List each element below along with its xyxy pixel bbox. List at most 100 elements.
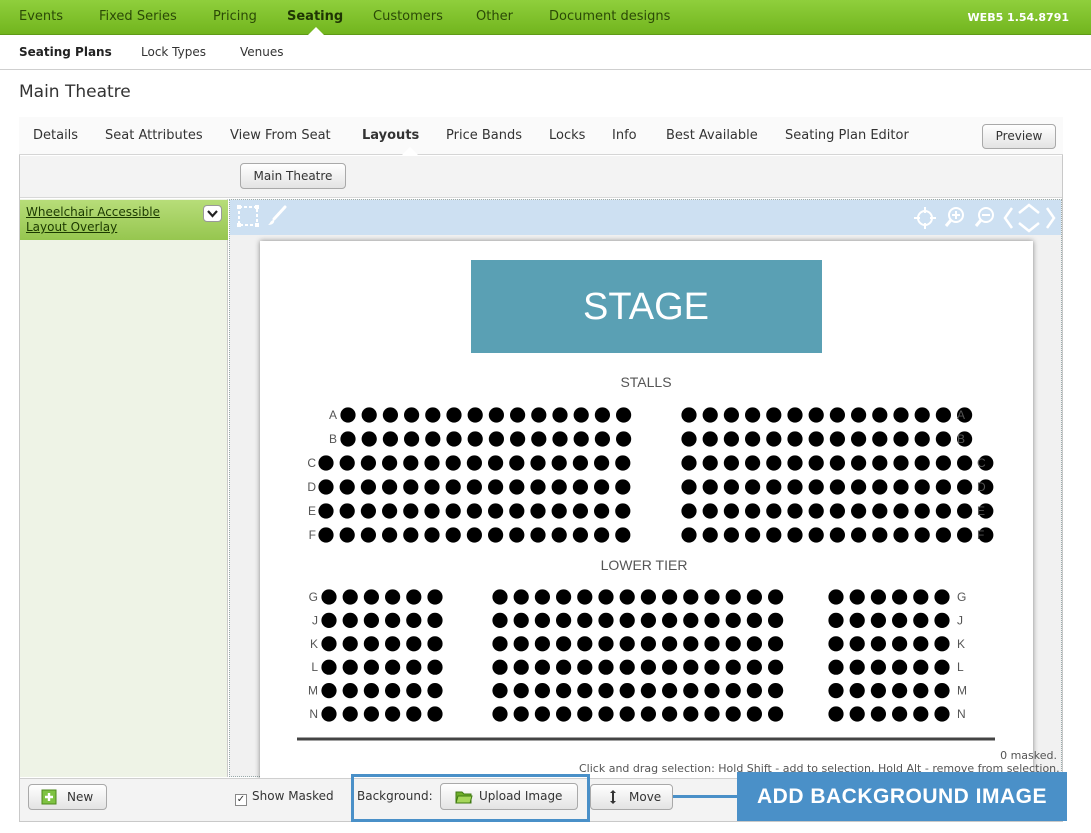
seat	[615, 503, 631, 519]
tab-seating-plan-editor[interactable]: Seating Plan Editor	[785, 117, 909, 155]
nav-events[interactable]: Events	[19, 0, 63, 35]
subnav-seating-plans[interactable]: Seating Plans	[19, 35, 112, 70]
brush-icon[interactable]	[266, 205, 288, 227]
seat	[445, 455, 461, 471]
subnav-venues[interactable]: Venues	[240, 35, 284, 70]
background-label: Background:	[357, 789, 433, 803]
seat	[914, 407, 930, 423]
seat	[594, 455, 610, 471]
tab-seat-attributes[interactable]: Seat Attributes	[105, 117, 203, 155]
seat	[385, 636, 401, 652]
checkbox-checked-icon[interactable]: ✓	[235, 794, 247, 806]
overlay-dropdown-button[interactable]	[203, 205, 222, 222]
tab-locks[interactable]: Locks	[549, 117, 585, 155]
row-label-right: A	[957, 408, 965, 422]
seat	[513, 706, 529, 722]
subnav-lock-types[interactable]: Lock Types	[141, 35, 206, 70]
crosshair-icon[interactable]	[913, 206, 937, 230]
tab-best-available[interactable]: Best Available	[666, 117, 758, 155]
nav-other[interactable]: Other	[476, 0, 513, 35]
seat	[427, 636, 443, 652]
seat	[619, 683, 635, 699]
seat	[892, 589, 908, 605]
seat	[427, 612, 443, 628]
seat	[893, 503, 909, 519]
seat	[318, 479, 334, 495]
masked-count: 0 masked.	[1000, 749, 1057, 762]
nav-pricing[interactable]: Pricing	[213, 0, 257, 35]
seat	[746, 683, 762, 699]
seat	[488, 479, 504, 495]
select-icon[interactable]	[236, 204, 260, 228]
canvas-toolbar	[230, 200, 1061, 235]
seat	[488, 431, 504, 447]
nav-document-designs[interactable]: Document designs	[549, 0, 670, 35]
seat	[615, 479, 631, 495]
seat	[913, 683, 929, 699]
tab-info[interactable]: Info	[612, 117, 637, 155]
tab-details[interactable]: Details	[33, 117, 78, 155]
seat	[406, 589, 422, 605]
seat	[573, 431, 589, 447]
seat	[552, 407, 568, 423]
pan-icon[interactable]	[1002, 203, 1057, 233]
seat	[766, 431, 782, 447]
seat	[957, 479, 973, 495]
nav-fixed-series[interactable]: Fixed Series	[99, 0, 177, 35]
row-label-left: A	[329, 408, 337, 422]
seat	[577, 612, 593, 628]
row-label-left: E	[308, 504, 316, 518]
seat	[808, 479, 824, 495]
seat	[808, 431, 824, 447]
seat	[427, 706, 443, 722]
seat	[914, 479, 930, 495]
seat	[360, 503, 376, 519]
seat	[829, 527, 846, 543]
tab-price-bands[interactable]: Price Bands	[446, 117, 522, 155]
upload-image-button[interactable]: Upload Image	[440, 783, 578, 810]
seat	[702, 527, 718, 543]
seat	[530, 455, 546, 471]
show-masked-checkbox[interactable]: ✓ Show Masked	[235, 789, 334, 806]
seat	[725, 659, 741, 675]
seat	[828, 636, 844, 652]
seat	[513, 612, 529, 628]
seat	[870, 683, 887, 699]
seat	[404, 407, 420, 423]
new-overlay-button[interactable]: New	[28, 784, 107, 810]
seat	[851, 431, 867, 447]
preview-button[interactable]: Preview	[982, 124, 1056, 149]
seat	[598, 659, 614, 675]
row-label-right: C	[977, 456, 986, 470]
seat	[702, 479, 718, 495]
add-background-image-callout: ADD BACKGROUND IMAGE	[737, 772, 1067, 821]
seat	[406, 706, 422, 722]
overlay-item-label[interactable]: Wheelchair Accessible Layout Overlay	[26, 205, 201, 235]
seat	[892, 659, 908, 675]
seat	[446, 431, 462, 447]
nav-customers[interactable]: Customers	[373, 0, 443, 35]
seat	[488, 503, 504, 519]
seat	[808, 455, 824, 471]
move-button[interactable]: Move	[590, 784, 673, 810]
zoom-out-icon[interactable]	[973, 205, 997, 229]
seat	[446, 407, 462, 423]
zoom-in-icon[interactable]	[943, 205, 967, 229]
seat	[725, 706, 741, 722]
seat	[572, 503, 588, 519]
seat	[577, 683, 593, 699]
section-label-lower-tier: LOWER TIER	[601, 557, 688, 573]
top-navigation: Events Fixed Series Pricing Seating Cust…	[0, 0, 1091, 35]
overlay-item[interactable]: Wheelchair Accessible Layout Overlay	[20, 200, 228, 240]
seat	[681, 407, 697, 423]
seat	[424, 503, 440, 519]
layout-main-theatre-button[interactable]: Main Theatre	[240, 163, 346, 189]
seat	[534, 659, 550, 675]
seat	[935, 527, 952, 543]
upload-image-label: Upload Image	[479, 789, 563, 803]
row-label-right: J	[957, 613, 963, 627]
tab-view-from-seat[interactable]: View From Seat	[230, 117, 331, 155]
seat	[746, 659, 762, 675]
seat	[704, 612, 720, 628]
seat	[445, 503, 461, 519]
